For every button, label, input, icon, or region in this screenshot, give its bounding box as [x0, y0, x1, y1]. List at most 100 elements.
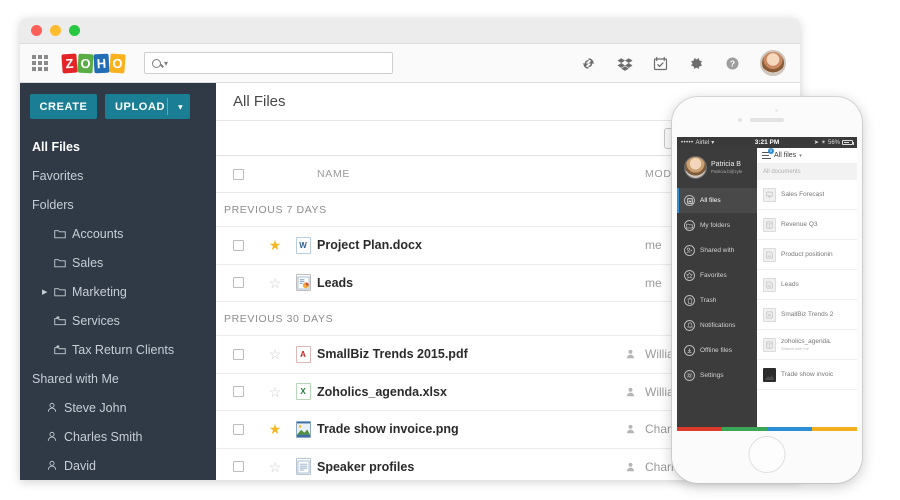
bluetooth-icon: ✴ [820, 140, 826, 146]
gear-icon[interactable] [688, 55, 705, 72]
sidebar-item-shared-with-me[interactable]: Shared with Me [20, 364, 216, 393]
phone-profile-text: Patricia B Patricia.b@zyle [711, 161, 742, 174]
phone-list-item[interactable]: Revenue Q3 [757, 210, 857, 240]
row-checkbox[interactable] [233, 461, 244, 473]
sidebar-item-folders[interactable]: Folders [20, 190, 216, 219]
phone-file-name: zoholics_agenda. [781, 338, 832, 345]
sidebar-item-david[interactable]: David [20, 451, 216, 480]
create-button[interactable]: CREATE [30, 94, 97, 119]
chevron-right-icon[interactable]: ▶ [42, 288, 47, 296]
phone-nav-my-folders[interactable]: My folders [677, 213, 757, 238]
star-icon[interactable]: ☆ [269, 385, 282, 399]
row-checkbox[interactable] [233, 386, 244, 398]
star-icon[interactable]: ☆ [269, 460, 282, 474]
favorite-toggle[interactable]: ☆ [261, 347, 289, 361]
sidebar-item-all-files[interactable]: All Files [20, 132, 216, 161]
star-icon[interactable]: ★ [269, 238, 282, 252]
phone-nav-shared-with[interactable]: Shared with [677, 238, 757, 263]
search-input[interactable]: ▾ [144, 52, 393, 74]
location-icon: ➤ [813, 140, 819, 146]
row-checkbox[interactable] [233, 239, 244, 251]
row-select-cell[interactable] [216, 348, 261, 360]
row-select-cell[interactable] [216, 277, 261, 289]
upload-button[interactable]: UPLOAD ▾ [105, 94, 190, 119]
file-name-cell[interactable]: Zoholics_agenda.xlsx [317, 383, 625, 401]
chevron-down-icon[interactable]: ▾ [799, 153, 802, 159]
phone-file-name: Sales Forecast [781, 191, 825, 198]
favorite-toggle[interactable]: ☆ [261, 385, 289, 399]
zoho-logo[interactable]: Z O H O [61, 52, 126, 74]
sidebar-item-label: Accounts [72, 226, 124, 241]
modified-by-value: me [645, 275, 662, 290]
phone-list-item[interactable]: Leads [757, 270, 857, 300]
phone-nav-offline-files[interactable]: Offline files [677, 338, 757, 363]
select-all-checkbox[interactable] [233, 168, 244, 180]
row-select-cell[interactable] [216, 386, 261, 398]
home-button[interactable] [748, 436, 786, 473]
favorite-toggle[interactable]: ☆ [261, 460, 289, 474]
person-icon [626, 462, 635, 471]
column-header-name[interactable]: NAME [317, 168, 625, 180]
phone-time: 3:21 PM [754, 139, 780, 146]
favorite-toggle[interactable]: ★ [261, 422, 289, 436]
sidebar-item-services[interactable]: Services [20, 306, 216, 335]
search-caret-icon[interactable]: ▾ [164, 59, 168, 68]
tasks-calendar-icon[interactable] [652, 55, 669, 72]
file-name-cell[interactable]: Project Plan.docx [317, 236, 625, 254]
header-actions: ? [580, 50, 788, 76]
file-name-cell[interactable]: Leads [317, 274, 625, 292]
phone-list-title[interactable]: All files [774, 152, 796, 159]
phone-list-item[interactable]: Trade show invoic [757, 360, 857, 390]
star-icon[interactable]: ★ [269, 422, 282, 436]
sidebar-item-accounts[interactable]: Accounts [20, 219, 216, 248]
svg-text:?: ? [730, 59, 735, 68]
phone-nav-favorites[interactable]: Favorites [677, 263, 757, 288]
sidebar-item-charles-smith[interactable]: Charles Smith [20, 422, 216, 451]
phone-profile[interactable]: Patricia B Patricia.b@zyle [677, 148, 757, 188]
hamburger-icon[interactable]: 0 [762, 147, 774, 161]
favorite-toggle[interactable]: ☆ [261, 276, 289, 290]
row-checkbox[interactable] [233, 277, 244, 289]
phone-file-name: Revenue Q3 [781, 221, 818, 228]
phone-list-item[interactable]: Sales Forecast [757, 180, 857, 210]
phone-nav-all-files[interactable]: All files [677, 188, 757, 213]
sync-icon[interactable] [580, 55, 597, 72]
phone-nav-trash[interactable]: Trash [677, 288, 757, 313]
file-name-cell[interactable]: SmallBiz Trends 2015.pdf [317, 345, 625, 363]
phone-list-item[interactable]: zoholics_agenda. Shared with me [757, 330, 857, 360]
row-select-cell[interactable] [216, 461, 261, 473]
maximize-window-button[interactable] [69, 25, 80, 36]
sidebar-item-favorites[interactable]: Favorites [20, 161, 216, 190]
favorite-toggle[interactable]: ★ [261, 238, 289, 252]
help-icon[interactable]: ? [724, 55, 741, 72]
minimize-window-button[interactable] [50, 25, 61, 36]
logo-letter-z: Z [61, 52, 78, 74]
row-checkbox[interactable] [233, 423, 244, 435]
row-checkbox[interactable] [233, 348, 244, 360]
phone-nav-settings[interactable]: Settings [677, 363, 757, 388]
select-all-cell[interactable] [216, 168, 261, 180]
row-select-cell[interactable] [216, 423, 261, 435]
avatar[interactable] [760, 50, 786, 76]
phone-nav-drawer: Patricia B Patricia.b@zyle All files My … [677, 148, 757, 427]
file-name-cell[interactable]: Trade show invoice.png [317, 420, 625, 438]
star-icon[interactable]: ☆ [269, 276, 282, 290]
chevron-down-icon[interactable]: ▾ [178, 102, 183, 111]
sidebar-item-tax-return-clients[interactable]: Tax Return Clients [20, 335, 216, 364]
close-window-button[interactable] [31, 25, 42, 36]
avatar [684, 156, 707, 179]
sidebar-item-marketing[interactable]: ▶ Marketing [20, 277, 216, 306]
sidebar-item-steve-john[interactable]: Steve John [20, 393, 216, 422]
phone-list-item[interactable]: Product positionin [757, 240, 857, 270]
star-icon[interactable]: ☆ [269, 347, 282, 361]
person-icon [626, 425, 635, 434]
dropbox-icon[interactable] [616, 55, 633, 72]
phone-nav-label: Trash [700, 297, 717, 304]
file-name-cell[interactable]: Speaker profiles [317, 458, 625, 476]
apps-grid-icon[interactable] [32, 55, 48, 71]
row-select-cell[interactable] [216, 239, 261, 251]
sidebar-item-sales[interactable]: Sales [20, 248, 216, 277]
phone-list-item[interactable]: SmallBiz Trends 2 [757, 300, 857, 330]
phone-nav-label: Favorites [700, 272, 727, 279]
phone-nav-notifications[interactable]: Notifications [677, 313, 757, 338]
